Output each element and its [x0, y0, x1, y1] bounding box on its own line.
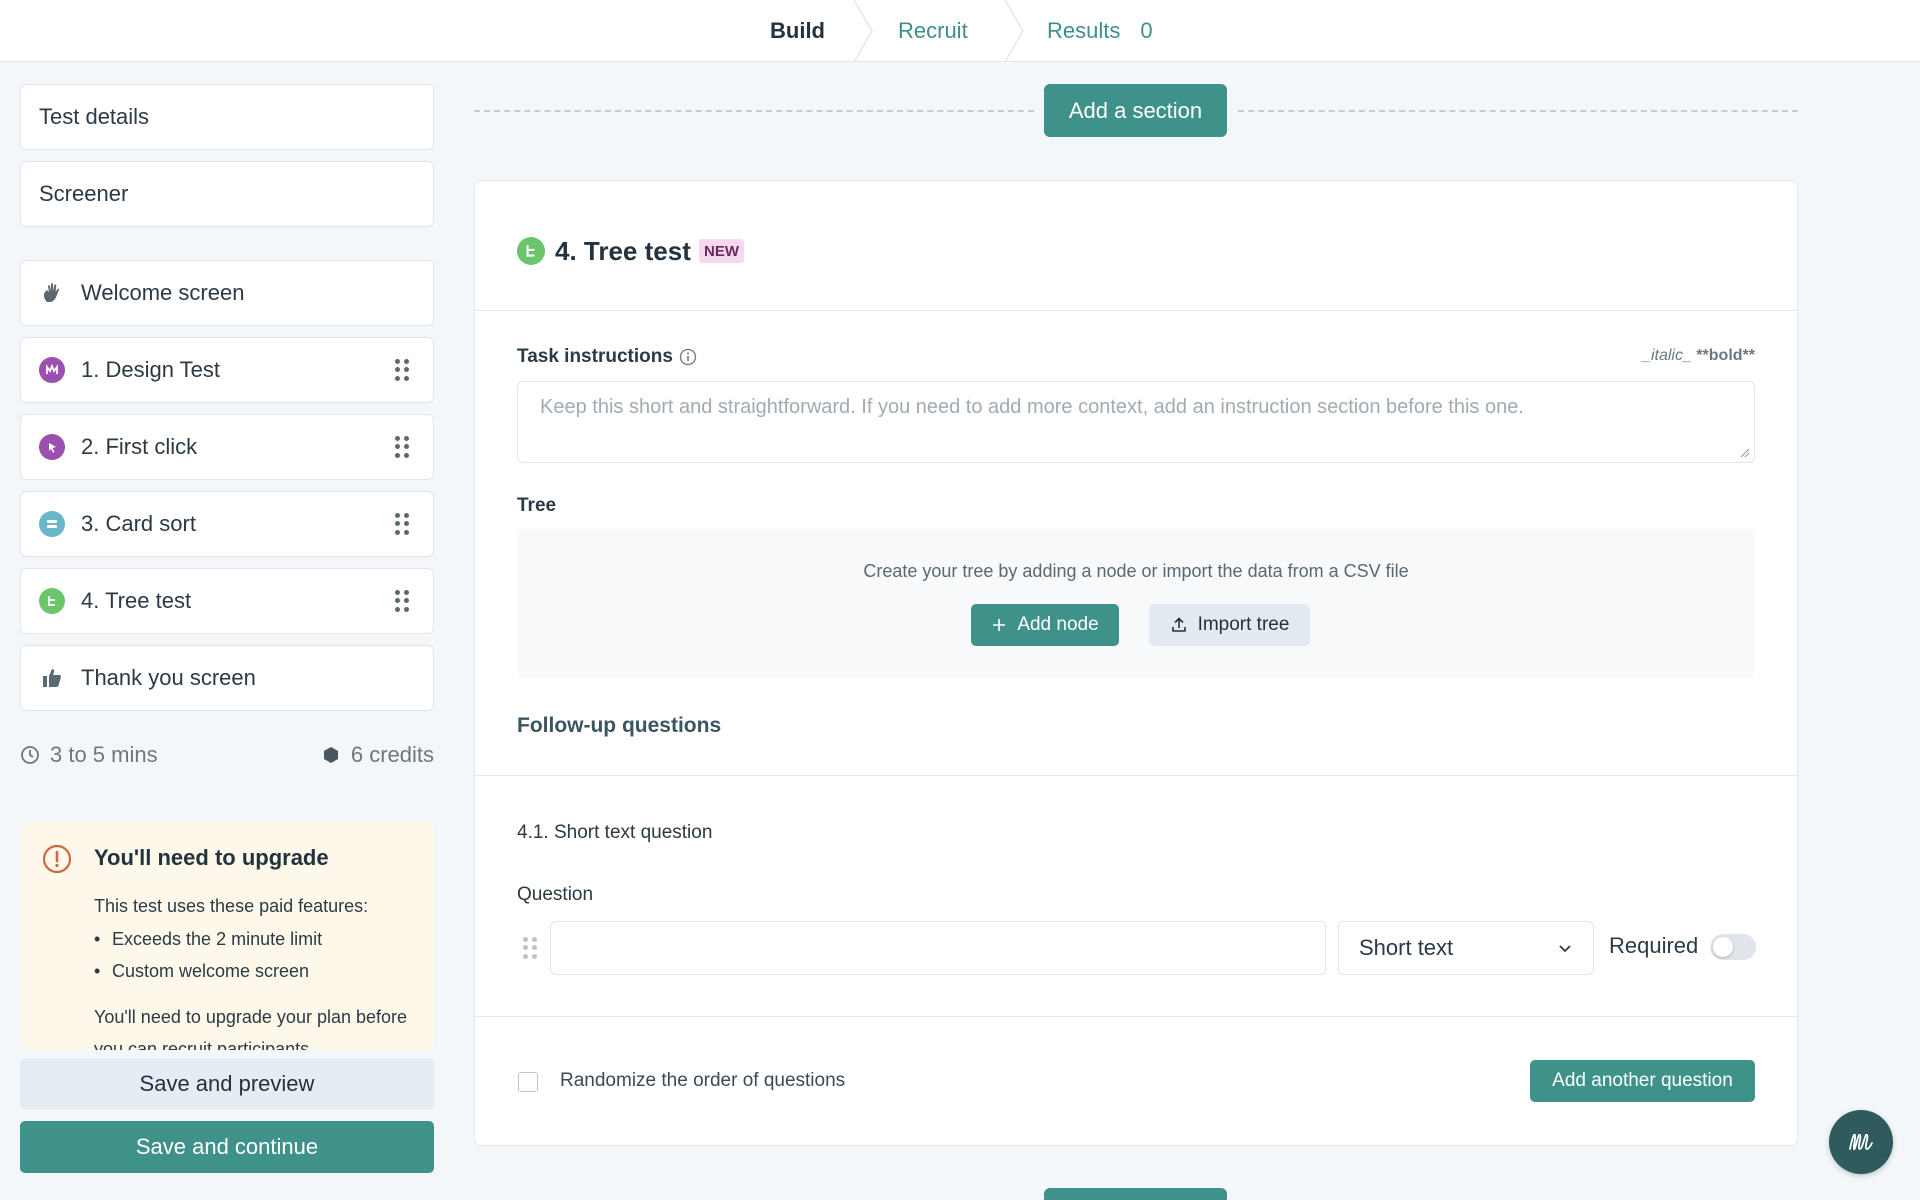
tree-test-icon	[517, 237, 545, 265]
test-meta: 3 to 5 mins 6 credits	[20, 740, 434, 770]
sidebar-item-test-details[interactable]: Test details	[20, 84, 434, 150]
markdown-hint: _italic_ **bold**	[1642, 347, 1755, 365]
clock-icon	[21, 746, 39, 764]
design-test-icon	[39, 357, 65, 383]
sidebar-item-label: 1. Design Test	[81, 357, 221, 382]
question-type-select[interactable]: Short text	[1338, 921, 1594, 975]
randomize-checkbox[interactable]	[518, 1072, 538, 1092]
first-click-icon	[39, 434, 65, 460]
import-tree-label: Import tree	[1197, 614, 1290, 635]
step-recruit[interactable]: Recruit	[898, 0, 968, 62]
sidebar-item-label: Test details	[39, 104, 150, 129]
add-node-label: Add node	[1017, 614, 1099, 635]
step-results[interactable]: Results 0	[1047, 0, 1153, 62]
sidebar-item-screener[interactable]: Screener	[20, 161, 434, 227]
task-instructions-label: Task instructions	[517, 346, 697, 368]
question-type-value: Short text	[1359, 935, 1454, 960]
question-title: 4.1. Short text question	[517, 822, 713, 843]
chat-logo-icon	[1849, 1133, 1873, 1151]
drag-handle-icon[interactable]	[395, 590, 409, 612]
sidebar-item-label: 4. Tree test	[81, 588, 192, 613]
plus-icon	[993, 619, 1006, 631]
chat-launcher[interactable]	[1829, 1110, 1893, 1174]
upgrade-outro: You'll need to upgrade your plan before …	[94, 1007, 408, 1050]
task-instructions-label-text: Task instructions	[517, 346, 673, 367]
question-label: Question	[517, 884, 594, 905]
sidebar-item-thank-you-screen[interactable]: Thank you screen	[20, 645, 434, 711]
step-build-label: Build	[770, 18, 825, 43]
credits-icon	[323, 747, 338, 763]
section-divider	[1238, 110, 1798, 112]
section-title: 4. Tree test	[555, 236, 691, 266]
sidebar-item-design-test[interactable]: 1. Design Test	[20, 337, 434, 403]
drag-handle-icon[interactable]	[523, 937, 537, 959]
drag-handle-icon[interactable]	[395, 513, 409, 535]
sidebar-item-label: Screener	[39, 181, 129, 206]
add-section-button-partial[interactable]	[1044, 1188, 1227, 1200]
tree-test-icon	[39, 588, 65, 614]
duration-text: 3 to 5 mins	[50, 742, 158, 767]
sidebar-item-label: 2. First click	[81, 434, 198, 459]
chevron-right-icon	[1003, 0, 1027, 62]
divider	[475, 775, 1797, 776]
results-count: 0	[1140, 18, 1153, 43]
upgrade-title: You'll need to upgrade	[94, 845, 329, 870]
tree-empty-message: Create your tree by adding a node or imp…	[863, 561, 1409, 581]
chevron-down-icon	[1559, 945, 1571, 953]
add-node-button[interactable]: Add node	[971, 604, 1119, 646]
thumbs-up-icon	[39, 665, 65, 691]
section-divider	[474, 110, 1034, 112]
drag-handle-icon[interactable]	[395, 436, 409, 458]
markdown-hint-bold: **bold**	[1696, 347, 1755, 364]
tree-label: Tree	[517, 495, 557, 516]
sidebar-item-welcome-screen[interactable]: Welcome screen	[20, 260, 434, 326]
card-sort-icon	[39, 511, 65, 537]
save-and-preview-button[interactable]: Save and preview	[20, 1058, 434, 1110]
sidebar-item-first-click[interactable]: 2. First click	[20, 414, 434, 480]
markdown-hint-italic: _italic_	[1642, 347, 1692, 364]
chevron-right-icon	[852, 0, 876, 62]
required-label: Required	[1609, 933, 1699, 958]
hand-wave-icon	[39, 280, 65, 306]
required-toggle[interactable]	[1710, 934, 1756, 960]
sidebar-item-label: Thank you screen	[81, 665, 256, 690]
save-and-continue-button[interactable]: Save and continue	[20, 1121, 434, 1173]
question-input[interactable]	[550, 921, 1326, 975]
section-header: 4. Tree test NEW	[475, 181, 1797, 311]
tree-editor: Create your tree by adding a node or imp…	[517, 529, 1755, 677]
resize-grip-icon[interactable]	[1740, 448, 1750, 458]
add-another-question-button[interactable]: Add another question	[1530, 1060, 1755, 1102]
toggle-knob	[1713, 937, 1733, 957]
upgrade-feature-list: Exceeds the 2 minute limit Custom welcom…	[94, 923, 414, 987]
credits-text: 6 credits	[350, 742, 434, 767]
upgrade-intro: This test uses these paid features:	[94, 896, 369, 916]
task-instructions-placeholder: Keep this short and straightforward. If …	[540, 396, 1524, 418]
import-tree-button[interactable]: Import tree	[1149, 604, 1310, 646]
sidebar-item-label: Welcome screen	[81, 280, 245, 305]
upgrade-feature: Custom welcome screen	[94, 955, 414, 987]
credits: 6 credits	[321, 742, 434, 768]
new-badge: NEW	[699, 239, 744, 263]
upload-icon	[1171, 617, 1186, 632]
sidebar-item-tree-test[interactable]: 4. Tree test	[20, 568, 434, 634]
randomize-label: Randomize the order of questions	[560, 1070, 846, 1091]
divider	[475, 1016, 1797, 1017]
followup-questions-heading: Follow-up questions	[517, 714, 722, 737]
upgrade-feature: Exceeds the 2 minute limit	[94, 923, 414, 955]
tree-test-section: 4. Tree test NEW Task instructions _ital…	[474, 180, 1798, 1146]
step-build[interactable]: Build	[770, 0, 825, 62]
upgrade-notice: You'll need to upgrade This test uses th…	[20, 822, 434, 1050]
warning-icon	[42, 844, 72, 874]
sidebar-item-label: 3. Card sort	[81, 511, 196, 536]
step-results-label: Results	[1047, 18, 1121, 43]
info-icon[interactable]	[679, 348, 697, 366]
add-section-button[interactable]: Add a section	[1044, 84, 1227, 137]
duration: 3 to 5 mins	[20, 742, 158, 768]
sidebar-item-card-sort[interactable]: 3. Card sort	[20, 491, 434, 557]
top-nav: Build Recruit Results 0	[0, 0, 1920, 62]
step-recruit-label: Recruit	[898, 18, 968, 43]
drag-handle-icon[interactable]	[395, 359, 409, 381]
task-instructions-input[interactable]: Keep this short and straightforward. If …	[517, 381, 1755, 463]
